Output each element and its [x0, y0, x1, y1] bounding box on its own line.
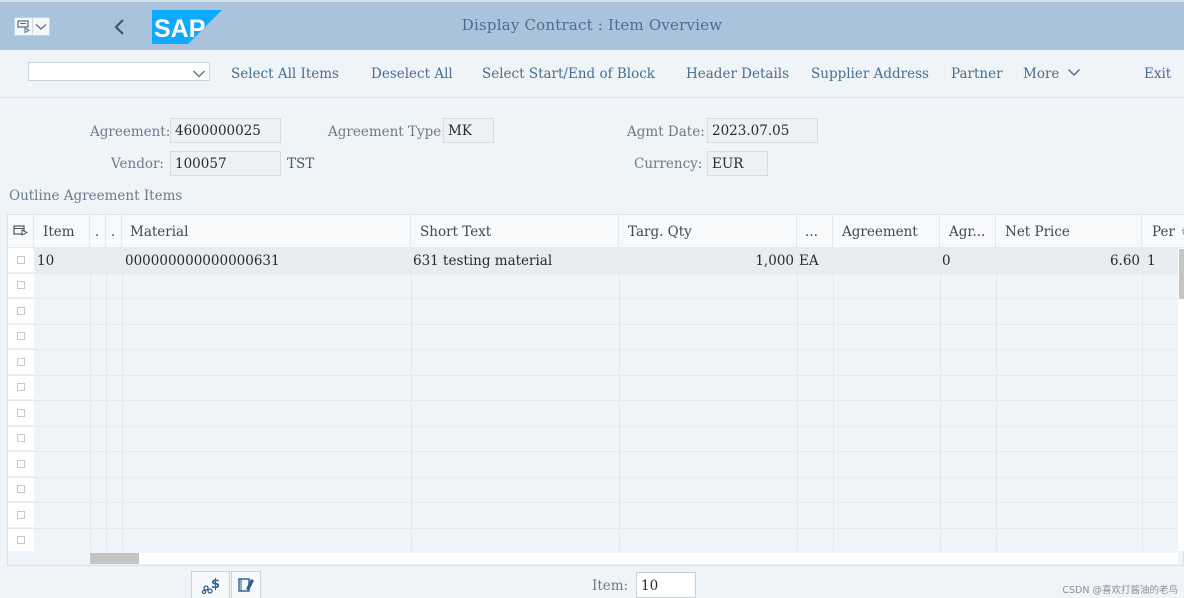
row-selector[interactable]	[8, 273, 34, 298]
table-row[interactable]: 10 000000000000000631 631 testing materi…	[8, 248, 1178, 274]
checkbox[interactable]	[17, 485, 25, 494]
chevron-down-icon	[192, 64, 206, 83]
section-title: Outline Agreement Items	[9, 188, 183, 204]
cell-short-text: 631 testing material	[413, 253, 553, 269]
vertical-scroll-thumb[interactable]	[1179, 249, 1184, 299]
column-header-agr[interactable]: Agr...	[940, 215, 996, 248]
agreement-field[interactable]: 4600000025	[170, 118, 281, 143]
checkbox[interactable]	[17, 536, 25, 545]
table-row[interactable]	[8, 350, 1178, 376]
horizontal-scroll-thumb[interactable]	[90, 553, 139, 564]
checkbox[interactable]	[17, 459, 25, 468]
agmt-date-label: Agmt Date:	[627, 124, 705, 140]
select-block-button[interactable]: Select Start/End of Block	[482, 66, 655, 82]
table-row[interactable]	[8, 299, 1178, 325]
select-all-items-button[interactable]: Select All Items	[231, 66, 339, 82]
price-conditions-icon: $	[201, 577, 220, 594]
horizontal-scrollbar[interactable]	[8, 551, 1178, 565]
column-header-unit[interactable]: ...	[797, 215, 833, 248]
header-details-button[interactable]: Header Details	[686, 66, 789, 82]
table-row[interactable]	[8, 375, 1178, 401]
notebook-edit-icon	[238, 578, 254, 592]
row-selector[interactable]	[8, 452, 34, 477]
vendor-name: TST	[287, 156, 315, 172]
row-selector[interactable]	[8, 426, 34, 451]
row-selector[interactable]	[8, 350, 34, 375]
table-row[interactable]	[8, 324, 1178, 350]
table-settings-button[interactable]	[8, 215, 34, 248]
agreement-type-field[interactable]: MK	[443, 118, 494, 143]
partner-button[interactable]: Partner	[951, 66, 1003, 82]
cell-targ-qty: 1,000	[755, 253, 794, 269]
item-input[interactable]: 10	[636, 572, 696, 598]
gear-icon	[1182, 227, 1184, 235]
checkbox[interactable]	[17, 383, 25, 392]
column-header-targ-qty[interactable]: Targ. Qty	[619, 215, 797, 248]
row-selector[interactable]	[8, 324, 34, 349]
column-header-per[interactable]: Per	[1142, 215, 1184, 248]
toolbar: Select All Items Deselect All Select Sta…	[0, 50, 1184, 98]
table-row[interactable]	[8, 401, 1178, 427]
page-title: Display Contract : Item Overview	[461, 16, 723, 34]
column-select-icon	[13, 225, 29, 236]
row-selector[interactable]	[8, 401, 34, 426]
watermark: CSDN @喜欢打酱油的老鸟	[1062, 585, 1178, 596]
table-row[interactable]	[8, 426, 1178, 452]
cell-item: 10	[37, 253, 55, 269]
cell-unit: EA	[799, 253, 819, 269]
row-selector[interactable]	[8, 477, 34, 502]
table-row[interactable]	[8, 503, 1178, 529]
column-header-material[interactable]: Material	[122, 215, 411, 248]
checkbox[interactable]	[17, 332, 25, 341]
svg-text:$: $	[211, 577, 220, 592]
column-header-net-price[interactable]: Net Price	[996, 215, 1142, 248]
cell-agr: 0	[942, 253, 951, 269]
vendor-field[interactable]: 100057	[170, 151, 281, 176]
checkbox[interactable]	[17, 255, 25, 264]
checkbox[interactable]	[17, 281, 25, 290]
table-row[interactable]	[8, 477, 1178, 503]
column-header-dot2[interactable]: .	[106, 215, 122, 248]
currency-field[interactable]: EUR	[707, 151, 768, 176]
conditions-button[interactable]: $	[191, 571, 230, 598]
agreement-label: Agreement:	[90, 124, 171, 140]
agmt-date-field[interactable]: 2023.07.05	[707, 118, 818, 143]
checkbox[interactable]	[17, 357, 25, 366]
column-header-short-text[interactable]: Short Text	[411, 215, 619, 248]
text-details-button[interactable]	[231, 571, 261, 598]
more-button[interactable]: More	[1023, 66, 1081, 82]
vendor-label: Vendor:	[111, 156, 164, 172]
row-selector[interactable]	[8, 248, 34, 273]
column-header-dot1[interactable]: .	[90, 215, 106, 248]
checkbox[interactable]	[17, 408, 25, 417]
exit-button[interactable]: Exit	[1144, 66, 1171, 82]
table-row[interactable]	[8, 273, 1178, 299]
cell-per: 1	[1147, 253, 1156, 269]
column-header-agreement[interactable]: Agreement	[833, 215, 940, 248]
chevron-down-icon	[1067, 69, 1080, 76]
cell-net-price: 6.60	[1109, 253, 1140, 269]
action-select[interactable]	[28, 62, 210, 81]
cell-material: 000000000000000631	[125, 253, 280, 269]
vertical-scrollbar[interactable]	[1178, 248, 1184, 551]
checkbox[interactable]	[17, 434, 25, 443]
row-selector[interactable]	[8, 503, 34, 528]
item-label: Item:	[592, 578, 629, 594]
checkbox[interactable]	[17, 510, 25, 519]
items-table: Item . . Material Short Text Targ. Qty .…	[7, 214, 1184, 566]
row-selector[interactable]	[8, 375, 34, 400]
deselect-all-button[interactable]: Deselect All	[371, 66, 453, 82]
row-selector[interactable]	[8, 299, 34, 324]
checkbox[interactable]	[17, 306, 25, 315]
title-bar: SAP Display Contract : Item Overview	[0, 0, 1184, 50]
column-header-item[interactable]: Item	[34, 215, 90, 248]
table-header: Item . . Material Short Text Targ. Qty .…	[8, 215, 1184, 248]
row-selector[interactable]	[8, 528, 34, 553]
currency-label: Currency:	[634, 156, 703, 172]
supplier-address-button[interactable]: Supplier Address	[811, 66, 929, 82]
agreement-type-label: Agreement Type:	[328, 124, 446, 140]
table-row[interactable]	[8, 452, 1178, 478]
